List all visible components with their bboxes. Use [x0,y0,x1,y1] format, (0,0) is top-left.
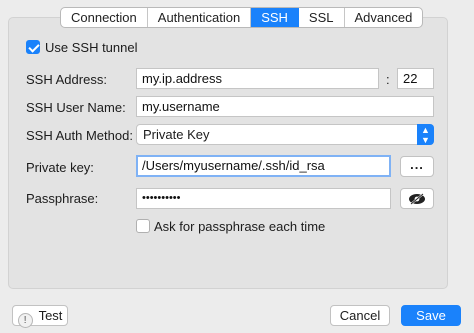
browse-key-button[interactable]: ... [400,156,434,177]
tab-advanced[interactable]: Advanced [345,8,423,27]
reveal-passphrase-button[interactable] [400,188,434,209]
ssh-settings-panel [8,17,448,289]
ssh-address-label: SSH Address: [26,72,107,87]
eye-slash-icon [409,193,425,205]
updown-chevron-icon: ▲ ▼ [417,124,434,145]
ssh-address-field[interactable]: my.ip.address [136,68,379,89]
tab-ssl[interactable]: SSL [299,8,345,27]
port-separator: : [386,72,390,87]
ssh-auth-method-value: Private Key [143,127,210,142]
ssh-user-name-label: SSH User Name: [26,100,126,115]
ask-passphrase-label: Ask for passphrase each time [154,219,326,234]
test-button[interactable]: ! Test [12,305,68,328]
tab-ssh[interactable]: SSH [251,8,299,27]
tab-authentication[interactable]: Authentication [148,8,252,27]
exclamation-icon: ! [17,313,33,328]
ssh-user-name-field[interactable]: my.username [136,96,434,117]
test-button-label: Test [38,308,63,323]
ssh-auth-method-select[interactable]: Private Key ▲ ▼ [136,124,434,145]
cancel-button[interactable]: Cancel [330,305,390,326]
private-key-label: Private key: [26,160,94,175]
ask-passphrase-checkbox[interactable] [136,219,150,233]
save-button[interactable]: Save [401,305,461,326]
use-ssh-tunnel-checkbox[interactable] [26,40,40,54]
tab-bar: Connection Authentication SSH SSL Advanc… [60,7,424,28]
passphrase-label: Passphrase: [26,191,99,206]
tab-connection[interactable]: Connection [61,8,148,27]
private-key-field[interactable]: /Users/myusername/.ssh/id_rsa [136,155,391,177]
passphrase-field[interactable]: •••••••••• [136,188,391,209]
ssh-port-field[interactable]: 22 [397,68,434,89]
ssh-auth-method-label: SSH Auth Method: [26,128,133,143]
use-ssh-tunnel-label: Use SSH tunnel [45,40,138,55]
